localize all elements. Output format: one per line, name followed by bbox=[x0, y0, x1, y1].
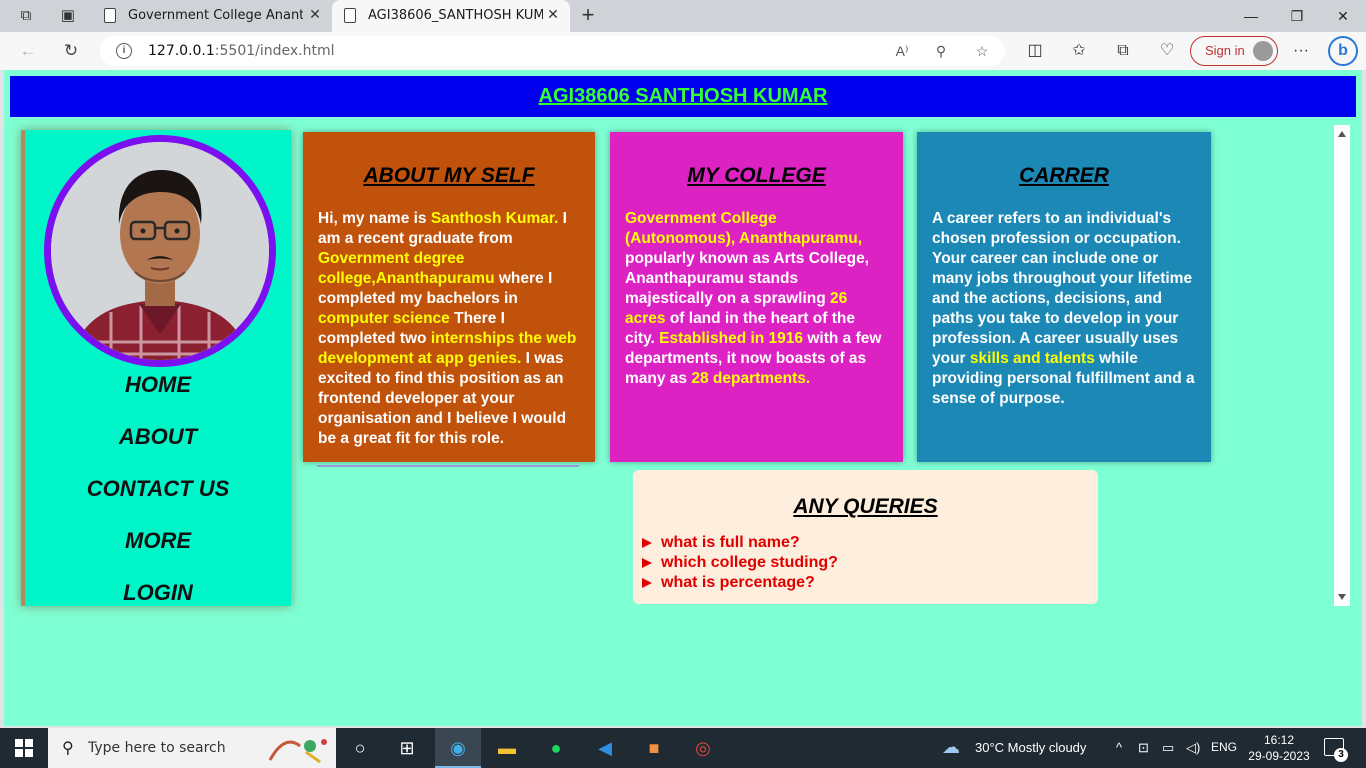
about-text: Hi, my name is Santhosh Kumar. I am a re… bbox=[318, 210, 577, 447]
page-icon bbox=[344, 8, 356, 23]
search-placeholder: Type here to search bbox=[88, 740, 226, 756]
query-list: what is full name? which college studing… bbox=[641, 533, 1098, 593]
windows-start-icon[interactable] bbox=[15, 739, 33, 757]
display-icon[interactable]: ▭ bbox=[1162, 740, 1174, 756]
zoom-icon[interactable]: ⚲ bbox=[931, 41, 951, 61]
page-icon bbox=[104, 8, 116, 23]
nav-contact-us[interactable]: CONTACT US bbox=[25, 476, 291, 502]
close-window-icon[interactable]: ✕ bbox=[1320, 4, 1366, 28]
college-heading: MY COLLEGE bbox=[687, 164, 826, 187]
task-view-icon[interactable]: ○ bbox=[337, 728, 383, 768]
scrollbar[interactable] bbox=[1334, 125, 1350, 606]
career-card: CARRER A career refers to an individual'… bbox=[917, 132, 1211, 462]
tab-actions-icon[interactable]: ▣ bbox=[58, 6, 78, 26]
browser-toolbar: ← ↻ i 127.0.0.1:5501/index.html A⁾ ⚲ ☆ ◫… bbox=[0, 32, 1366, 70]
clock-time: 16:12 bbox=[1263, 733, 1295, 747]
split-screen-icon[interactable]: ◫ bbox=[1024, 40, 1046, 62]
file-explorer-icon[interactable]: ▬ bbox=[484, 728, 530, 768]
vscode-icon[interactable]: ◀ bbox=[582, 728, 628, 768]
notification-count-badge: 3 bbox=[1334, 748, 1348, 762]
list-item: what is full name? bbox=[641, 533, 1098, 553]
more-menu-icon[interactable]: ··· bbox=[1290, 40, 1312, 62]
site-info-icon[interactable]: i bbox=[116, 43, 132, 59]
list-item: what is percentage? bbox=[641, 573, 1098, 593]
weather-text[interactable]: 30°C Mostly cloudy bbox=[975, 740, 1086, 755]
profile-avatar-icon bbox=[1253, 41, 1273, 61]
nav-login[interactable]: LOGIN bbox=[25, 580, 291, 606]
college-text: Government College (Autonomous), Anantha… bbox=[625, 210, 882, 387]
chrome-icon[interactable]: ◎ bbox=[680, 728, 726, 768]
close-tab-icon[interactable]: ✕ bbox=[544, 6, 562, 24]
search-icon: ⚲ bbox=[62, 740, 74, 757]
person-portrait-icon bbox=[51, 142, 269, 360]
app-icon[interactable]: ■ bbox=[631, 728, 677, 768]
browser-tab-strip: ⧉ ▣ Government College Ananthapur ✕ AGI3… bbox=[0, 0, 1366, 32]
scroll-up-icon[interactable] bbox=[1338, 131, 1346, 137]
back-icon[interactable]: ← bbox=[17, 40, 39, 62]
volume-icon[interactable]: ◁) bbox=[1186, 740, 1200, 756]
sign-in-button[interactable]: Sign in bbox=[1190, 36, 1278, 66]
college-card: MY COLLEGE Government College (Autonomou… bbox=[610, 132, 903, 462]
nav-about[interactable]: ABOUT bbox=[25, 424, 291, 450]
queries-panel: ANY QUERIES what is full name? which col… bbox=[633, 470, 1098, 604]
taskbar-search-box[interactable]: ⚲ Type here to search bbox=[48, 728, 336, 768]
refresh-icon[interactable]: ↻ bbox=[60, 40, 82, 62]
search-highlight-illustration-icon bbox=[268, 739, 327, 764]
address-bar[interactable]: i 127.0.0.1:5501/index.html A⁾ ⚲ ☆ bbox=[100, 36, 1005, 66]
tab-title: Government College Ananthapur bbox=[128, 8, 303, 23]
list-item: which college studing? bbox=[641, 553, 1098, 573]
windows-taskbar: ⚲ Type here to search ○ ⊞ ◉ ▬ ● ◀ ■ ◎ ☁ … bbox=[0, 728, 1366, 768]
page-title[interactable]: AGI38606 SANTHOSH KUMAR bbox=[539, 85, 828, 108]
page-header: AGI38606 SANTHOSH KUMAR bbox=[10, 76, 1356, 117]
bing-copilot-icon[interactable]: b bbox=[1328, 36, 1358, 66]
new-tab-icon[interactable]: + bbox=[576, 4, 600, 28]
minimize-icon[interactable]: — bbox=[1228, 4, 1274, 28]
language-indicator[interactable]: ENG bbox=[1211, 740, 1237, 754]
restore-icon[interactable]: ❐ bbox=[1274, 4, 1320, 28]
career-text: A career refers to an individual's chose… bbox=[932, 210, 1195, 407]
nav-more[interactable]: MORE bbox=[25, 528, 291, 554]
sidebar: HOME ABOUT CONTACT US MORE LOGIN bbox=[21, 130, 291, 606]
collections-icon[interactable]: ⧉ bbox=[1112, 40, 1134, 62]
page-viewport: AGI38606 SANTHOSH KUMAR HOME ABOUT CONTA… bbox=[4, 70, 1362, 726]
browser-essentials-icon[interactable]: ♡ bbox=[1156, 40, 1178, 62]
show-hidden-icons-icon[interactable]: ^ bbox=[1116, 740, 1122, 755]
favorite-star-icon[interactable]: ☆ bbox=[972, 41, 992, 61]
weather-cloud-icon[interactable]: ☁ bbox=[942, 737, 960, 758]
edge-browser-icon[interactable]: ◉ bbox=[435, 728, 481, 768]
spotify-icon[interactable]: ● bbox=[533, 728, 579, 768]
url-text[interactable]: 127.0.0.1:5501/index.html bbox=[148, 43, 335, 59]
clock[interactable]: 16:12 29-09-2023 bbox=[1242, 732, 1316, 764]
close-tab-icon[interactable]: ✕ bbox=[306, 6, 324, 24]
tab-title: AGI38606_SANTHOSH KUMAR bbox=[368, 8, 543, 23]
nav-home[interactable]: HOME bbox=[25, 372, 291, 398]
divider bbox=[317, 465, 579, 467]
favorites-icon[interactable]: ✩ bbox=[1068, 40, 1090, 62]
profile-photo bbox=[44, 135, 276, 367]
scroll-down-icon[interactable] bbox=[1338, 594, 1346, 600]
network-icon[interactable]: ⊡ bbox=[1138, 740, 1149, 756]
read-aloud-icon[interactable]: A⁾ bbox=[892, 41, 912, 61]
widgets-icon[interactable]: ⊞ bbox=[384, 728, 430, 768]
about-heading: ABOUT MY SELF bbox=[363, 164, 535, 187]
workspaces-icon[interactable]: ⧉ bbox=[16, 6, 36, 26]
queries-heading: ANY QUERIES bbox=[793, 495, 938, 518]
tab-agi38606[interactable]: AGI38606_SANTHOSH KUMAR ✕ bbox=[332, 0, 570, 32]
clock-date: 29-09-2023 bbox=[1248, 749, 1310, 763]
tab-government-college[interactable]: Government College Ananthapur ✕ bbox=[92, 0, 332, 32]
career-heading: CARRER bbox=[1019, 164, 1109, 187]
sign-in-label: Sign in bbox=[1205, 43, 1245, 58]
about-card: ABOUT MY SELF Hi, my name is Santhosh Ku… bbox=[303, 132, 595, 462]
